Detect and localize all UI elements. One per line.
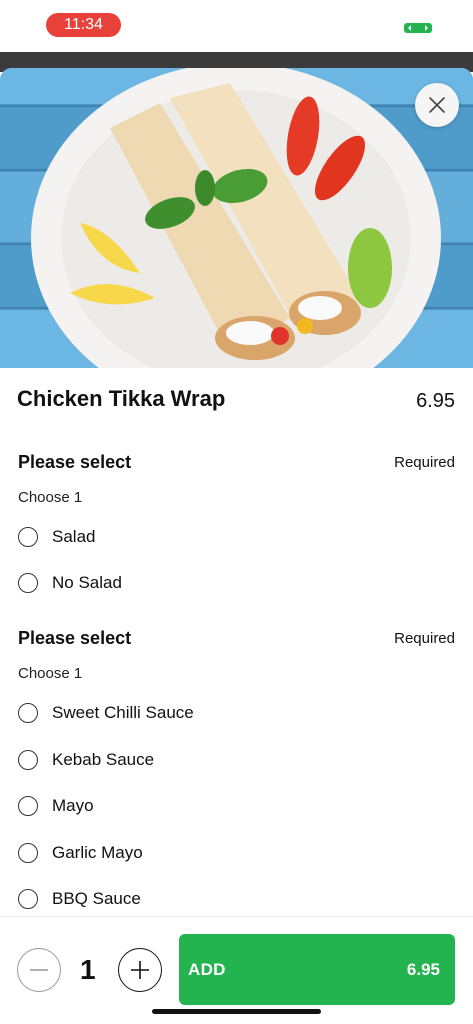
home-indicator[interactable] — [152, 1009, 321, 1014]
item-photo — [0, 68, 473, 368]
radio-button[interactable] — [18, 750, 38, 770]
battery-icon — [404, 23, 432, 33]
option-label: Mayo — [52, 796, 94, 815]
status-bar: 11:34 — [0, 0, 473, 52]
option-salad[interactable]: Salad — [18, 517, 458, 557]
radio-button[interactable] — [18, 703, 38, 723]
close-button[interactable] — [415, 83, 459, 127]
item-price: 6.95 — [416, 390, 455, 412]
add-to-order-button[interactable]: ADD 6.95 — [179, 934, 455, 1005]
item-detail-sheet: Chicken Tikka Wrap 6.95 Please select Re… — [0, 68, 473, 1024]
option-kebab-sauce[interactable]: Kebab Sauce — [18, 740, 458, 780]
option-group-subtitle: Choose 1 — [18, 489, 83, 506]
increase-quantity-button[interactable] — [118, 948, 162, 992]
required-label: Required — [394, 630, 455, 647]
radio-button[interactable] — [18, 527, 38, 547]
required-label: Required — [394, 454, 455, 471]
quantity-value: 1 — [80, 954, 96, 985]
option-label: Salad — [52, 527, 96, 546]
option-garlic-mayo[interactable]: Garlic Mayo — [18, 833, 458, 873]
option-sweet-chilli-sauce[interactable]: Sweet Chilli Sauce — [18, 693, 458, 733]
add-to-order-bar: 1 ADD 6.95 — [0, 916, 473, 1024]
option-label: Sweet Chilli Sauce — [52, 703, 194, 722]
close-icon — [429, 97, 445, 113]
radio-button[interactable] — [18, 573, 38, 593]
option-bbq-sauce[interactable]: BBQ Sauce — [18, 879, 458, 919]
option-group-title: Please select — [18, 628, 132, 648]
option-group-subtitle: Choose 1 — [18, 665, 83, 682]
decrease-quantity-button[interactable] — [17, 948, 61, 992]
option-label: Kebab Sauce — [52, 750, 155, 769]
radio-button[interactable] — [18, 796, 38, 816]
option-label: No Salad — [52, 573, 122, 592]
option-label: BBQ Sauce — [52, 889, 141, 908]
radio-button[interactable] — [18, 843, 38, 863]
add-button-price: 6.95 — [406, 960, 440, 979]
option-group-title: Please select — [18, 452, 132, 472]
plus-icon — [131, 961, 149, 979]
option-no-salad[interactable]: No Salad — [18, 563, 458, 603]
add-button-label: ADD — [188, 960, 226, 979]
minus-icon — [30, 969, 48, 971]
radio-button[interactable] — [18, 889, 38, 909]
item-title: Chicken Tikka Wrap — [17, 386, 226, 411]
option-mayo[interactable]: Mayo — [18, 786, 458, 826]
status-time: 11:34 — [46, 13, 121, 37]
option-label: Garlic Mayo — [52, 843, 143, 862]
